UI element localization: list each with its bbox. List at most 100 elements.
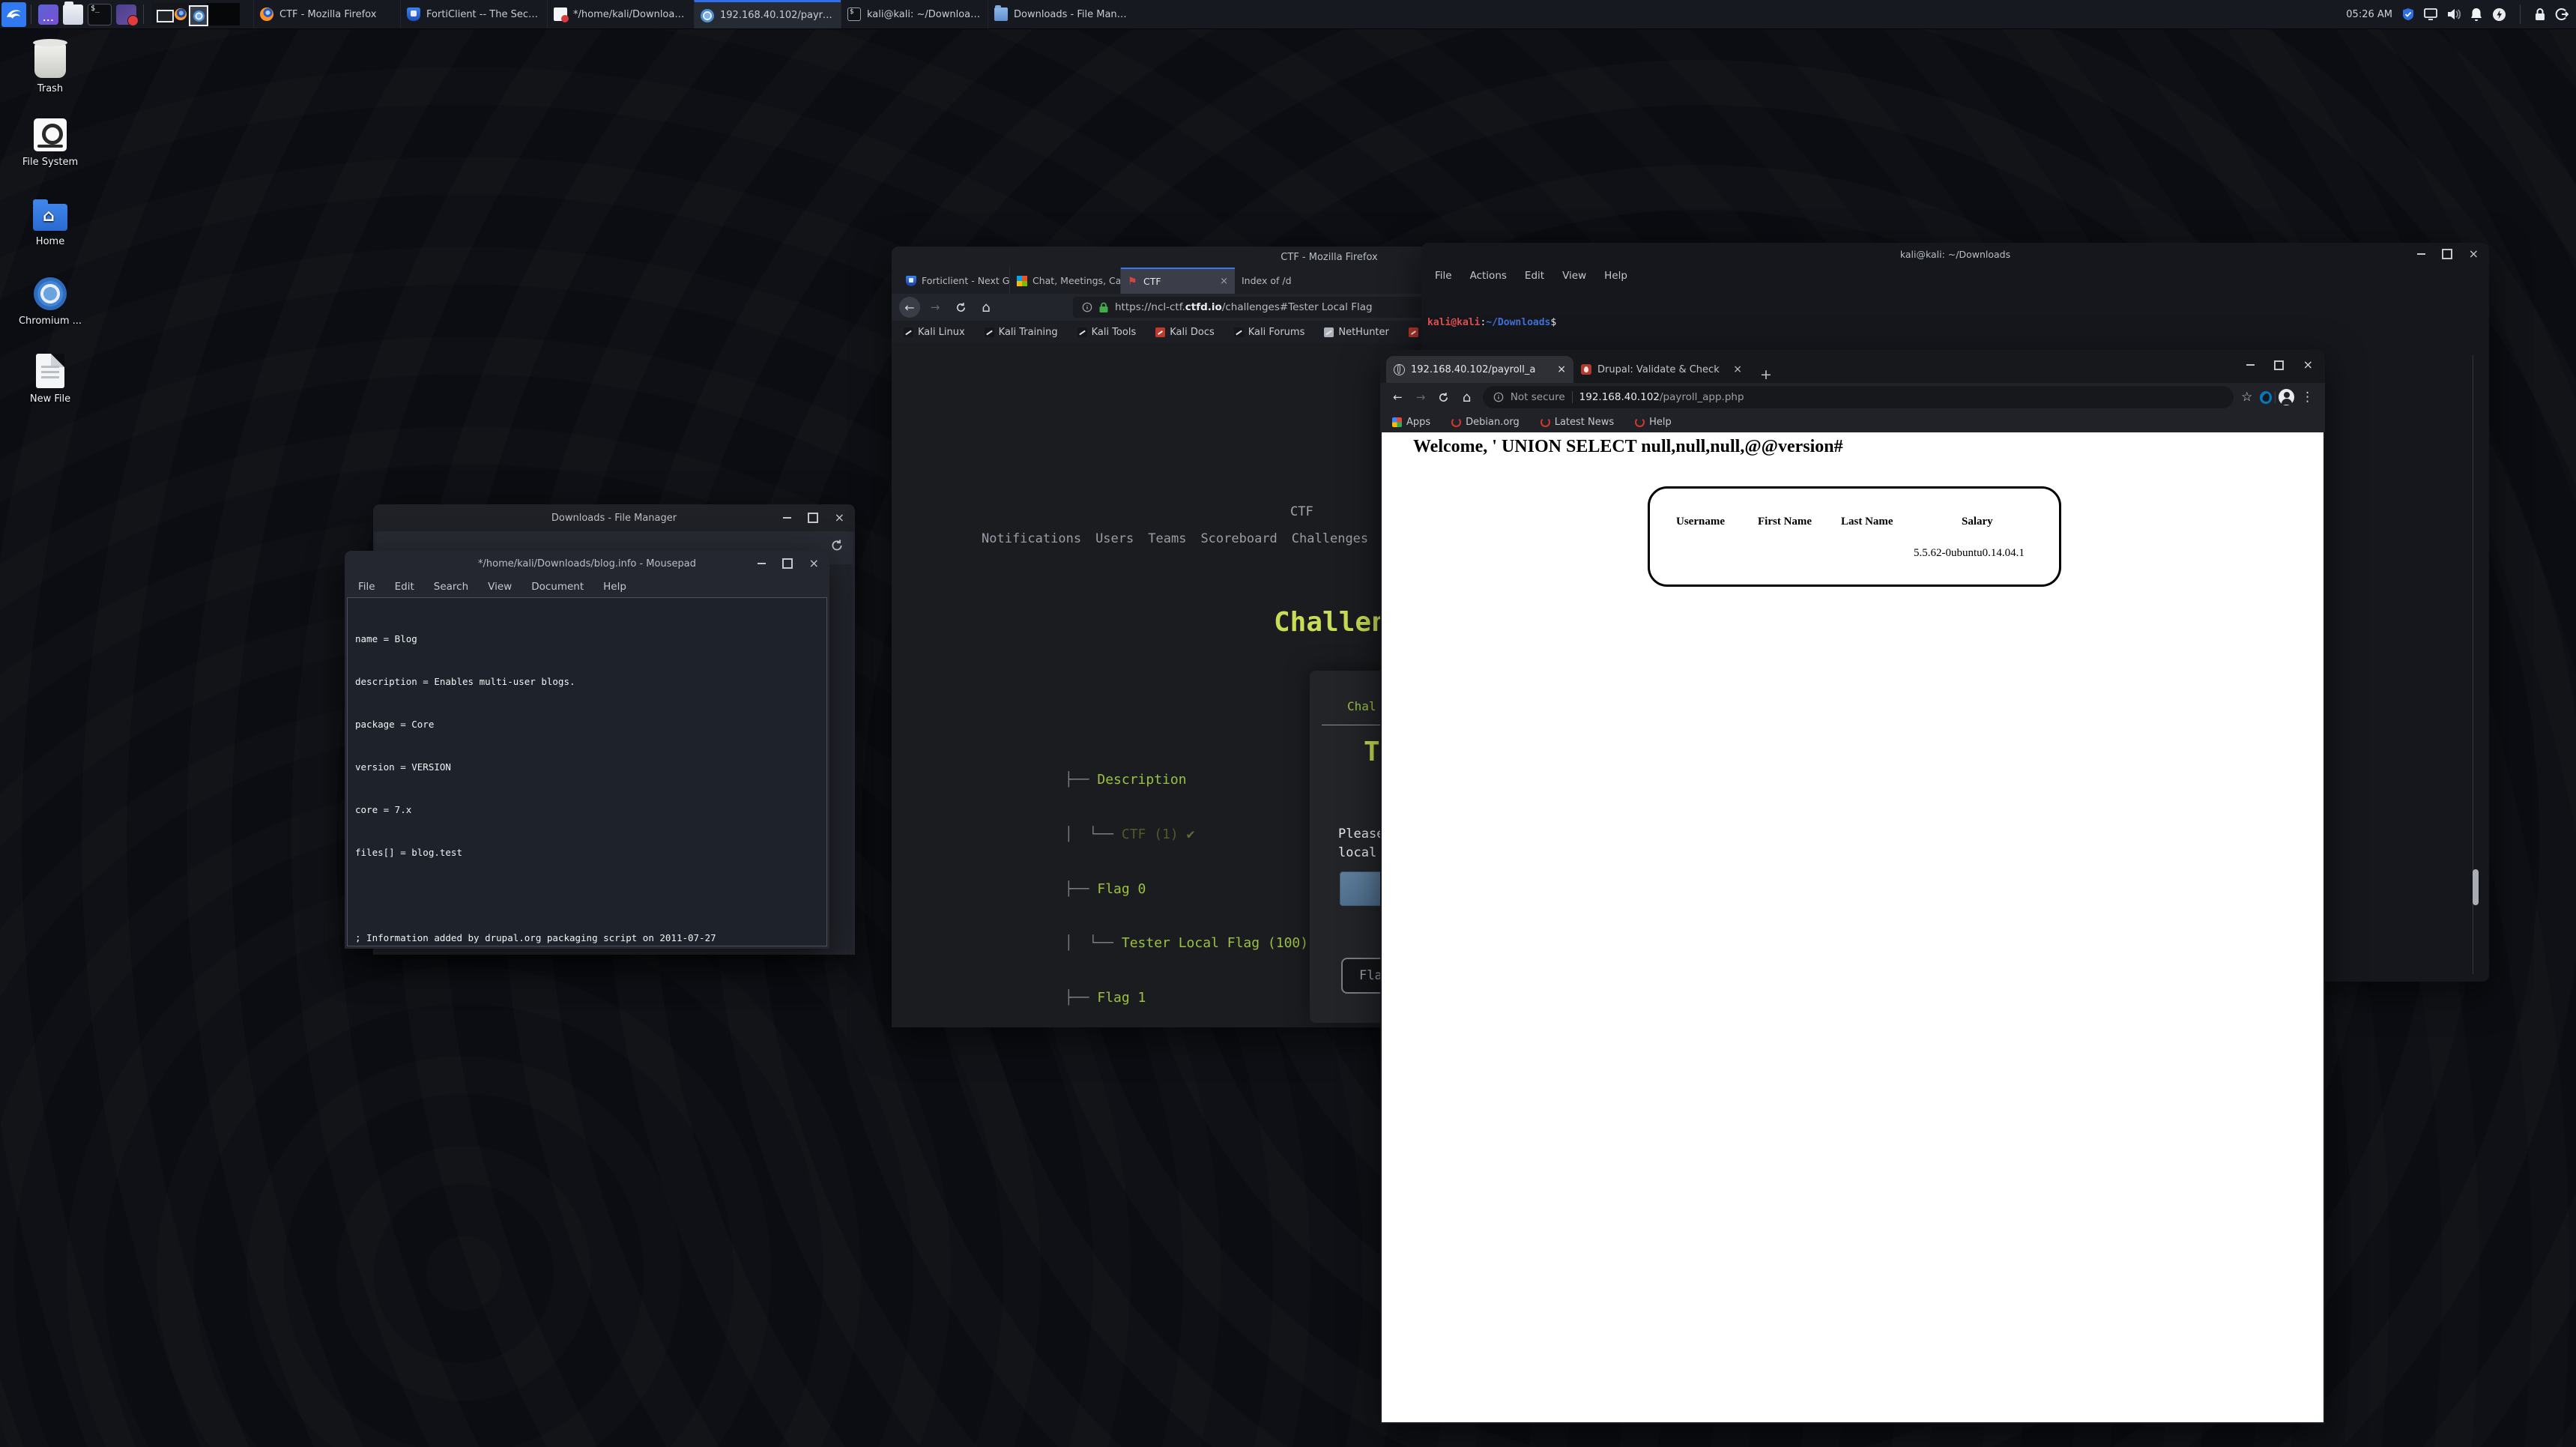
desktop-icon-trash[interactable]: Trash xyxy=(9,39,91,94)
bookmark-kali-tools[interactable]: Kali Tools xyxy=(1077,327,1136,338)
bookmark-nethunter[interactable]: NetHunter xyxy=(1324,327,1389,338)
launcher-terminal[interactable]: $_ xyxy=(88,3,112,25)
scrollbar-thumb[interactable] xyxy=(2473,869,2479,905)
bookmark-kali-linux[interactable]: Kali Linux xyxy=(904,327,965,338)
launcher-file-manager[interactable] xyxy=(63,1,83,25)
tab-payroll[interactable]: 192.168.40.102/payroll_a × xyxy=(1386,356,1573,383)
tab-close-icon[interactable]: × xyxy=(1220,276,1228,287)
tab-forticlient[interactable]: Forticlient - Next Gene × xyxy=(899,268,1010,294)
lock-screen-icon[interactable] xyxy=(2534,7,2546,21)
forward-icon[interactable]: → xyxy=(925,297,946,318)
nav-scoreboard[interactable]: Scoreboard xyxy=(1200,531,1277,546)
reload-icon[interactable] xyxy=(1433,387,1454,408)
menu-search[interactable]: Search xyxy=(434,581,468,593)
workspace-switcher[interactable] xyxy=(151,3,240,26)
clock[interactable]: 05:26 AM xyxy=(2346,9,2392,20)
menu-document[interactable]: Document xyxy=(531,581,584,593)
bookmark-latest-news[interactable]: Latest News xyxy=(1540,417,1614,428)
address-bar[interactable]: Not secure 192.168.40.102/payroll_app.ph… xyxy=(1482,386,2234,408)
tab-drupal-validate[interactable]: Drupal: Validate & Check × xyxy=(1573,356,1750,383)
notification-bell-icon[interactable] xyxy=(2470,7,2483,22)
terminal-titlebar[interactable]: kali@kali: ~/Downloads × xyxy=(1421,243,2489,265)
tab-teams[interactable]: Chat, Meetings, Callin × xyxy=(1010,268,1121,294)
mousepad-titlebar[interactable]: */home/kali/Downloads/blog.info - Mousep… xyxy=(345,551,829,576)
bookmark-kali-docs[interactable]: Kali Docs xyxy=(1155,327,1215,338)
home-icon[interactable]: ⌂ xyxy=(1457,387,1477,408)
bookmark-help[interactable]: Help xyxy=(1635,417,1672,428)
info-icon[interactable] xyxy=(1493,392,1504,402)
desktop-icon-home[interactable]: Home xyxy=(9,199,91,247)
back-icon[interactable]: ← xyxy=(1388,387,1408,408)
drupal-extension-icon[interactable] xyxy=(2260,390,2273,404)
tab-close-icon[interactable]: × xyxy=(1557,363,1566,375)
tab-ctf[interactable]: ⚑ CTF × xyxy=(1121,268,1235,294)
tree-row: │ └── Tester Local Flag (100) xyxy=(1065,935,1309,952)
info-icon[interactable] xyxy=(1082,302,1092,312)
desktop-icon-chromium[interactable]: Chromium ... xyxy=(9,277,91,327)
home-icon[interactable]: ⌂ xyxy=(976,297,997,318)
bookmark-kali-forums[interactable]: Kali Forums xyxy=(1233,327,1304,338)
minimize-button[interactable] xyxy=(2246,364,2255,366)
maximize-button[interactable] xyxy=(2441,249,2452,259)
power-manager-icon[interactable] xyxy=(2492,7,2506,22)
forward-icon[interactable]: → xyxy=(1411,387,1431,408)
forticlient-tray-icon[interactable] xyxy=(2401,7,2415,21)
back-icon[interactable]: ← xyxy=(899,297,920,318)
desktop-icon-new-file[interactable]: New File xyxy=(9,354,91,405)
taskbar-button-terminal[interactable]: $ kali@kali: ~/Downloads xyxy=(841,0,988,28)
maximize-button[interactable] xyxy=(807,513,818,523)
bookmark-kali-training[interactable]: Kali Training xyxy=(984,327,1058,338)
minimize-button[interactable] xyxy=(2416,253,2425,255)
menu-file[interactable]: File xyxy=(358,581,375,593)
bookmark-apps[interactable]: Apps xyxy=(1392,417,1430,428)
ctfd-brand[interactable]: CTF xyxy=(1290,504,1313,519)
text-editor-area[interactable]: name = Blog description = Enables multi-… xyxy=(347,597,827,946)
menu-edit[interactable]: Edit xyxy=(1525,270,1544,282)
taskbar-button-chromium[interactable]: 192.168.40.102/payroll_... xyxy=(694,0,841,28)
tab-index-of[interactable]: Index of /d xyxy=(1235,268,1346,294)
workspace-2[interactable] xyxy=(207,3,240,25)
kali-menu-button[interactable] xyxy=(1,1,26,27)
refresh-icon[interactable] xyxy=(830,539,844,552)
menu-edit[interactable]: Edit xyxy=(395,581,414,593)
maximize-button[interactable] xyxy=(781,558,793,569)
menu-help[interactable]: Help xyxy=(603,581,626,593)
taskbar-button-firefox[interactable]: CTF - Mozilla Firefox xyxy=(253,0,400,28)
file-manager-titlebar[interactable]: Downloads - File Manager × xyxy=(373,504,855,531)
forticlient-shield-icon xyxy=(407,7,420,21)
menu-actions[interactable]: Actions xyxy=(1470,270,1507,282)
menu-view[interactable]: View xyxy=(1562,270,1586,282)
close-button[interactable]: × xyxy=(2469,248,2479,260)
profile-avatar[interactable] xyxy=(2279,389,2295,405)
menu-dots-icon[interactable]: ⋮ xyxy=(2297,387,2318,408)
maximize-button[interactable] xyxy=(2273,360,2284,370)
desktop-icon-file-system[interactable]: File System xyxy=(9,118,91,168)
launcher-screen-recorder[interactable] xyxy=(116,4,139,26)
display-tray-icon[interactable] xyxy=(2424,8,2437,20)
close-button[interactable]: × xyxy=(835,512,844,524)
launcher-files[interactable] xyxy=(38,4,58,25)
nav-users[interactable]: Users xyxy=(1095,531,1134,546)
close-button[interactable]: × xyxy=(2303,359,2313,371)
modal-challenge-tab[interactable]: Chal xyxy=(1347,699,1376,713)
menu-help[interactable]: Help xyxy=(1604,270,1627,282)
nav-teams[interactable]: Teams xyxy=(1148,531,1186,546)
workspace-1[interactable] xyxy=(151,3,208,26)
bookmark-star-icon[interactable]: ☆ xyxy=(2237,387,2257,408)
nav-challenges[interactable]: Challenges xyxy=(1292,531,1368,546)
minimize-button[interactable] xyxy=(757,563,766,564)
tab-close-icon[interactable]: × xyxy=(1733,363,1742,375)
nav-notifications[interactable]: Notifications xyxy=(982,531,1081,546)
menu-file[interactable]: File xyxy=(1435,270,1452,282)
taskbar-button-mousepad[interactable]: */home/kali/Downloads/... xyxy=(547,0,694,28)
logout-icon[interactable] xyxy=(2555,7,2569,21)
taskbar-button-forticlient[interactable]: FortiClient -- The Securi... xyxy=(400,0,547,28)
taskbar-button-file-manager[interactable]: Downloads - File Manag... xyxy=(988,0,1134,28)
volume-tray-icon[interactable] xyxy=(2446,7,2461,21)
bookmark-debian[interactable]: Debian.org xyxy=(1451,417,1520,428)
close-button[interactable]: × xyxy=(809,558,819,570)
reload-icon[interactable] xyxy=(950,297,971,318)
minimize-button[interactable] xyxy=(782,517,791,519)
new-tab-button[interactable]: + xyxy=(1760,366,1772,383)
menu-view[interactable]: View xyxy=(488,581,512,593)
